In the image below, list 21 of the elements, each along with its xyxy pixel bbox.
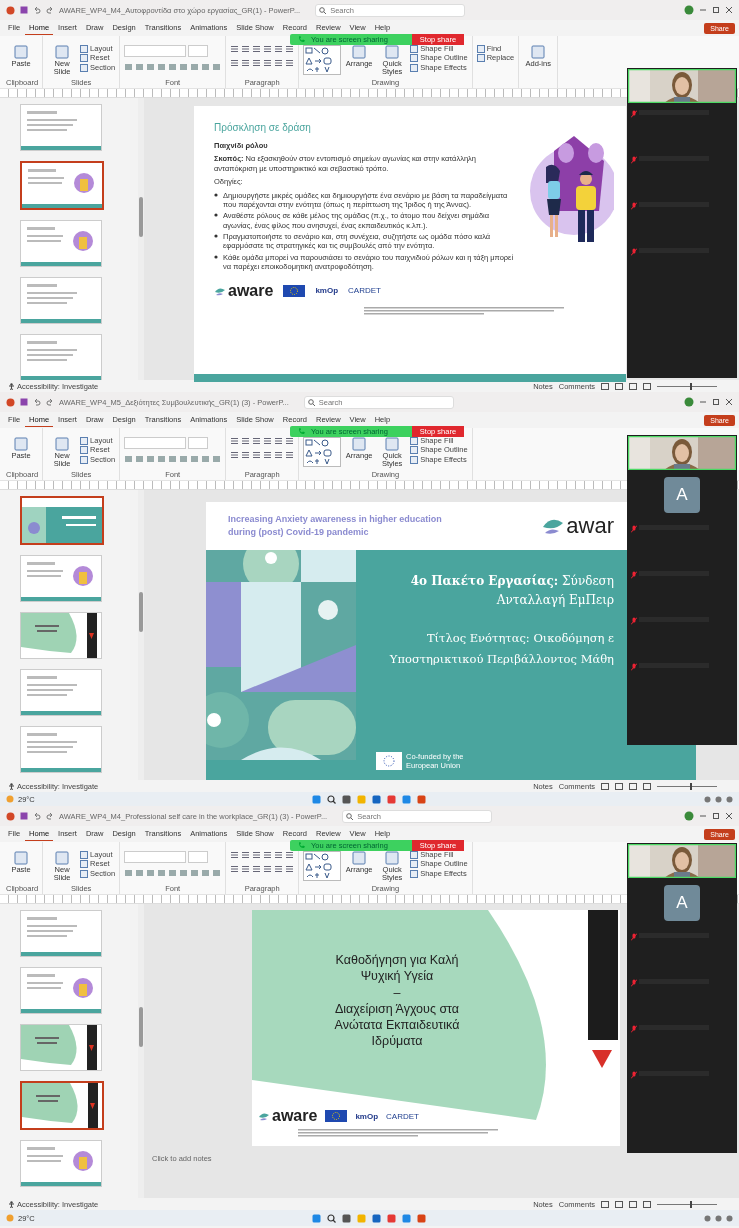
slide-heading: 4ο Πακέτο Εργασίας: Σύνδεση	[410, 573, 614, 590]
slide-title: Ανώτατα Εκπαιδευτικά	[333, 1017, 461, 1034]
logo-text: aware	[228, 281, 274, 300]
slide-title: Ψυχική Υγεία	[359, 968, 435, 985]
slide-title: Πρόσκληση σε δράση	[214, 122, 312, 133]
slide-header-title: Increasing Anxiety awareness in higher education during (post) Covid-19 pandemic	[228, 512, 443, 539]
logo-text: kmOp	[355, 1111, 379, 1121]
logo-text: aware	[272, 1107, 318, 1125]
slide-title: Ιδρύματα	[370, 1033, 424, 1050]
slide-title: –	[392, 984, 402, 1001]
logo-text: awar	[566, 513, 614, 539]
slide-heading: Ανταλλαγή ΕμΠειρ	[496, 592, 614, 610]
avatar: A	[664, 477, 700, 513]
avatar: A	[664, 885, 700, 921]
slide-subtitle: Τίτλος Ενότητας: Οικοδόμηση ε	[426, 630, 614, 648]
slide-title: Καθοδήγηση για Καλή	[334, 952, 460, 969]
logo-text: kmOp	[315, 286, 339, 295]
slide-title: Διαχείριση Άγχους στα	[333, 1000, 461, 1017]
logo-text: CARDET	[348, 286, 381, 295]
slide-subtitle: Υποστηρικτικού Περιβάλλοντος Μάθη	[389, 651, 614, 669]
logo-text: CARDET	[386, 1111, 419, 1121]
